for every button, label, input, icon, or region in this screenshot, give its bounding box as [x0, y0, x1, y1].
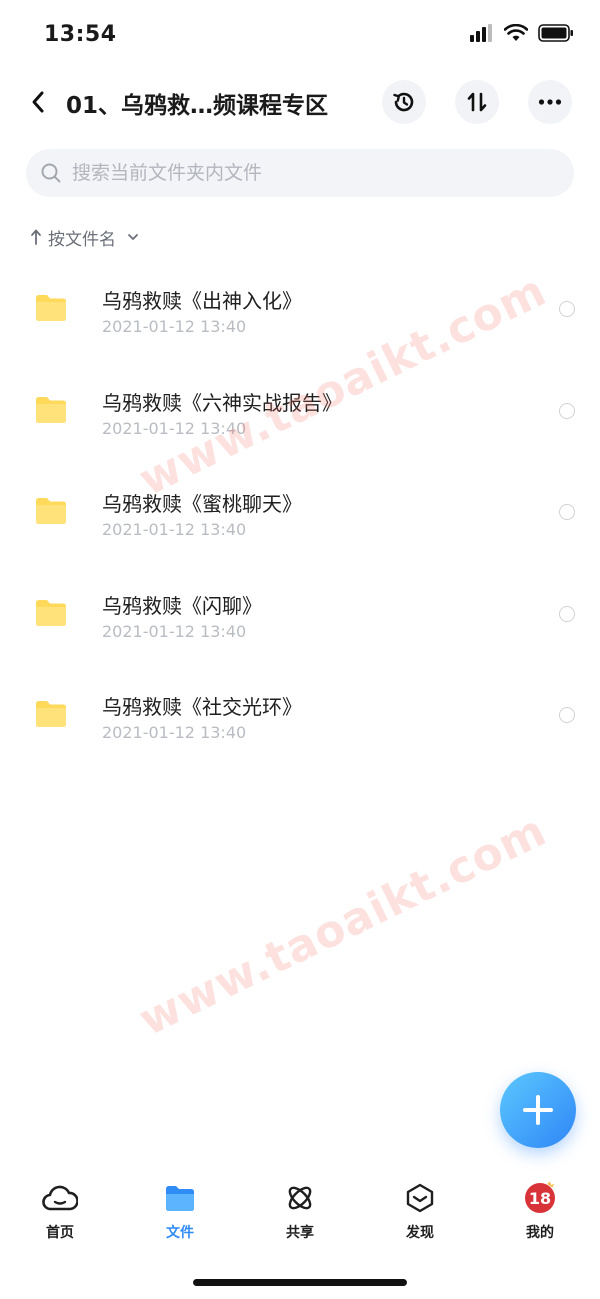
history-icon — [393, 92, 414, 112]
chevron-down-icon — [128, 234, 138, 240]
more-icon — [538, 99, 562, 105]
tab-discover[interactable]: 发现 — [360, 1180, 480, 1250]
battery-icon — [538, 24, 573, 42]
search-icon — [41, 163, 61, 183]
more-button[interactable] — [528, 80, 572, 124]
select-checkbox[interactable] — [559, 707, 575, 723]
sort-label: 按文件名 — [48, 229, 116, 250]
search-box[interactable] — [26, 149, 574, 197]
file-row[interactable]: 乌鸦救赎《闪聊》 2021-01-12 13:40 — [0, 564, 600, 666]
plus-icon — [523, 1095, 553, 1125]
folder-icon — [36, 498, 66, 524]
select-checkbox[interactable] — [559, 402, 575, 419]
search-input[interactable] — [72, 162, 552, 184]
tab-bar: 首页 文件 共享 发现 18 我的 — [0, 1180, 600, 1260]
status-bar: 13:54 — [0, 0, 600, 70]
history-button[interactable] — [382, 80, 426, 124]
tab-home[interactable]: 首页 — [0, 1180, 120, 1250]
status-icons — [470, 24, 574, 42]
select-checkbox[interactable] — [559, 301, 575, 317]
select-checkbox[interactable] — [559, 504, 575, 520]
sort-button[interactable] — [455, 80, 499, 124]
file-row[interactable]: 乌鸦救赎《蜜桃聊天》 2021-01-12 13:40 — [0, 462, 600, 564]
chevron-left-icon — [32, 91, 44, 113]
tab-mine[interactable]: 18 我的 — [480, 1180, 600, 1250]
file-row[interactable]: 乌鸦救赎《社交光环》 2021-01-12 13:40 — [0, 665, 600, 767]
select-checkbox[interactable] — [559, 605, 575, 622]
home-indicator — [193, 1279, 407, 1286]
file-date: 2021-01-12 13:40 — [102, 723, 247, 742]
file-name: 乌鸦救赎《出神入化》 — [102, 289, 302, 313]
tab-label: 我的 — [526, 1225, 554, 1241]
nav-bar: 01、乌鸦救…频课程专区 — [0, 78, 600, 126]
sort-arrows-icon — [467, 92, 487, 112]
cloud-icon — [42, 1180, 78, 1216]
file-list: 乌鸦救赎《出神入化》 2021-01-12 13:40 乌鸦救赎《六神实战报告》… — [0, 259, 600, 767]
folder-icon — [36, 599, 66, 626]
tab-share[interactable]: 共享 — [240, 1180, 360, 1250]
tab-label: 文件 — [166, 1225, 194, 1241]
watermark-text: www.taoaikt.com — [131, 804, 555, 1047]
avatar-icon: 18 — [522, 1180, 558, 1216]
folder-icon — [162, 1180, 198, 1216]
tab-label: 发现 — [406, 1225, 434, 1241]
sort-selector[interactable]: 按文件名 — [30, 223, 140, 251]
file-name: 乌鸦救赎《闪聊》 — [102, 593, 262, 618]
back-button[interactable] — [20, 84, 56, 120]
arrow-up-icon — [31, 229, 41, 245]
tab-files[interactable]: 文件 — [120, 1180, 240, 1250]
file-date: 2021-01-12 13:40 — [102, 520, 247, 539]
file-date: 2021-01-12 13:40 — [102, 621, 247, 641]
folder-icon — [36, 295, 66, 321]
tab-label: 共享 — [286, 1225, 314, 1241]
folder-icon — [36, 396, 66, 423]
status-time: 13:54 — [44, 22, 117, 47]
file-name: 乌鸦救赎《社交光环》 — [102, 695, 302, 719]
avatar-text: 18 — [529, 1189, 551, 1208]
signal-icon — [470, 24, 492, 42]
file-date: 2021-01-12 13:40 — [102, 317, 247, 336]
add-button[interactable] — [500, 1072, 576, 1148]
file-name: 乌鸦救赎《蜜桃聊天》 — [102, 492, 302, 516]
share-atom-icon — [282, 1180, 318, 1216]
folder-icon — [36, 701, 66, 727]
page-title: 01、乌鸦救…频课程专区 — [66, 93, 329, 119]
discover-box-icon — [402, 1180, 438, 1216]
tab-label: 首页 — [46, 1225, 74, 1241]
wifi-icon — [504, 24, 528, 41]
